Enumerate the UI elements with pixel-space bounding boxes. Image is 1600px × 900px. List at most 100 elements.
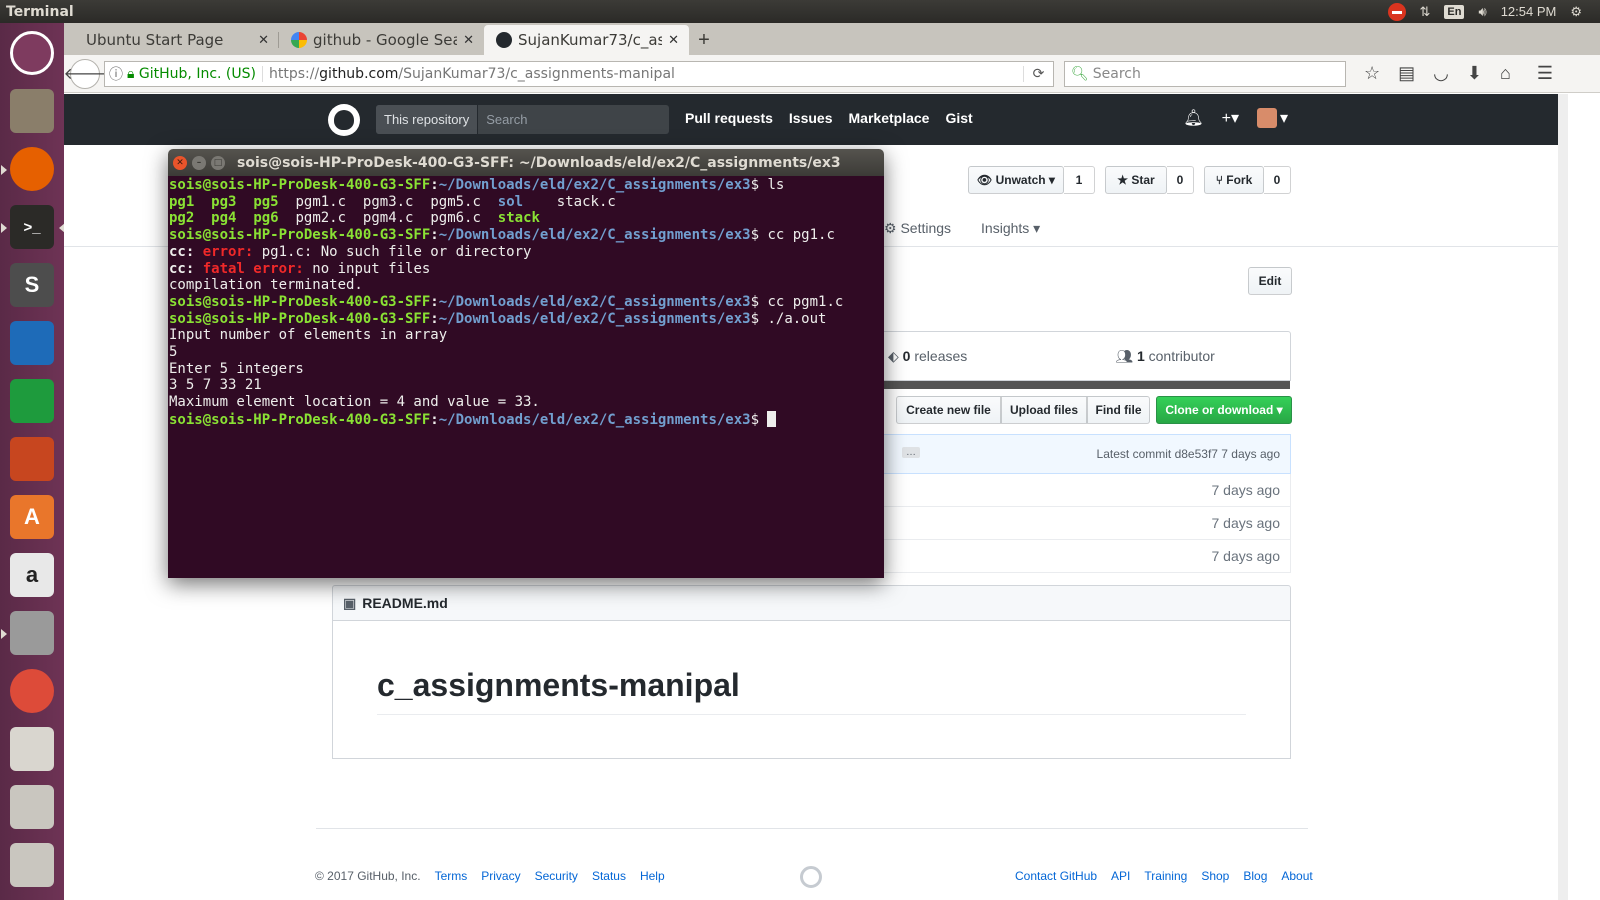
unwatch-button[interactable]: 👁︎ Unwatch ▾	[968, 166, 1064, 194]
terminal-icon[interactable]: >_	[1, 201, 65, 253]
footer-link-security[interactable]: Security	[535, 869, 578, 883]
stars-count[interactable]: 0	[1167, 166, 1194, 194]
amazon-icon[interactable]: a	[7, 549, 57, 601]
url-text[interactable]: https://github.com/SujanKumar73/c_assign…	[269, 66, 1023, 82]
volume-icon[interactable]: 🔊︎	[1478, 4, 1486, 20]
network-disabled-icon[interactable]	[1387, 2, 1406, 21]
software-center-icon[interactable]: A	[7, 491, 57, 543]
bookmark-star-icon[interactable]: ☆	[1364, 63, 1380, 84]
ubuntu-dash-icon[interactable]	[7, 27, 57, 79]
tab-github-repo[interactable]: SujanKumar73/c_assig ✕	[484, 25, 689, 55]
github-nav: Pull requests Issues Marketplace Gist	[685, 110, 973, 126]
tab-settings[interactable]: ⚙ Settings	[884, 220, 951, 237]
nav-marketplace[interactable]: Marketplace	[849, 110, 930, 126]
find-file-button[interactable]: Find file	[1087, 396, 1150, 424]
star-button[interactable]: ★ Star	[1105, 166, 1167, 194]
info-icon[interactable]: ⓘ	[105, 64, 127, 84]
prompt-path: ~/Downloads/eld/ex2/C_assignments/ex3	[438, 227, 751, 244]
terminal-window[interactable]: ✕ – □ sois@sois-HP-ProDesk-400-G3-SFF: ~…	[168, 149, 884, 578]
close-window-icon[interactable]: ✕	[173, 155, 187, 170]
minimize-window-icon[interactable]: –	[192, 155, 206, 170]
new-tab-plus-icon[interactable]: +	[689, 25, 719, 55]
system-settings-icon[interactable]	[1, 607, 57, 659]
clone-or-download-button[interactable]: Clone or download ▾	[1156, 396, 1292, 424]
close-tab-icon[interactable]: ✕	[258, 33, 269, 48]
scanner-icon[interactable]	[7, 839, 57, 891]
reload-icon[interactable]: ⟳	[1023, 65, 1053, 82]
text-editor-icon[interactable]	[7, 723, 57, 775]
user-menu[interactable]: ▾	[1256, 108, 1288, 128]
prompt-symbol: $	[750, 293, 768, 310]
github-logo-icon[interactable]	[328, 104, 360, 136]
nav-issues[interactable]: Issues	[789, 110, 833, 126]
nav-pull-requests[interactable]: Pull requests	[685, 110, 773, 126]
reading-list-icon[interactable]: ▤	[1398, 63, 1415, 84]
watchers-count[interactable]: 1	[1064, 166, 1095, 194]
writer-icon[interactable]	[7, 317, 57, 369]
close-tab-icon[interactable]: ✕	[668, 33, 679, 48]
create-new-plus-icon[interactable]: +▾	[1222, 108, 1239, 128]
github-search[interactable]: This repository Search	[376, 105, 669, 134]
menu-hamburger-icon[interactable]: ☰	[1537, 63, 1553, 84]
keyboard-language-indicator[interactable]: En	[1444, 4, 1465, 19]
terminal-output[interactable]: sois@sois-HP-ProDesk-400-G3-SFF:~/Downlo…	[168, 176, 884, 578]
footer-link-help[interactable]: Help	[640, 869, 665, 883]
site-identity[interactable]: 🔒︎ GitHub, Inc. (US)	[127, 65, 263, 82]
footer-link-terms[interactable]: Terms	[435, 869, 468, 883]
settings-label: Settings	[900, 220, 952, 236]
disk-icon[interactable]	[7, 781, 57, 833]
terminal-titlebar[interactable]: ✕ – □ sois@sois-HP-ProDesk-400-G3-SFF: ~…	[168, 149, 884, 176]
notification-bell-icon[interactable]: 🔔︎	[1183, 108, 1203, 128]
create-new-file-button[interactable]: Create new file	[896, 396, 1001, 424]
releases-link[interactable]: ⬖ 0 releases	[888, 348, 967, 365]
footer-link-contact[interactable]: Contact GitHub	[1015, 869, 1097, 883]
transfer-icon[interactable]: ⇅	[1420, 4, 1431, 20]
close-tab-icon[interactable]: ✕	[463, 33, 474, 48]
edit-button[interactable]: Edit	[1248, 267, 1292, 295]
downloads-icon[interactable]: ⬇	[1467, 63, 1482, 84]
footer-link-training[interactable]: Training	[1144, 869, 1187, 883]
upload-files-button[interactable]: Upload files	[1001, 396, 1087, 424]
commit-ellipsis-button[interactable]: …	[902, 447, 920, 458]
sublime-text-icon[interactable]: S	[7, 259, 57, 311]
footer-link-about[interactable]: About	[1281, 869, 1312, 883]
chrome-icon[interactable]	[7, 665, 57, 717]
eye-icon: 👁︎	[977, 173, 996, 187]
url-domain: github.com	[319, 65, 399, 82]
gear-icon: ⚙	[884, 220, 901, 236]
home-icon[interactable]: ⌂	[1500, 63, 1511, 84]
footer-link-privacy[interactable]: Privacy	[481, 869, 520, 883]
tab-google-search[interactable]: github - Google Search ✕	[279, 25, 484, 55]
maximize-window-icon[interactable]: □	[211, 155, 225, 170]
impress-icon[interactable]	[7, 433, 57, 485]
page-scrollbar[interactable]	[1558, 94, 1568, 900]
power-gear-icon[interactable]: ⚙	[1570, 4, 1582, 20]
files-icon[interactable]	[7, 85, 57, 137]
github-mark-footer-icon[interactable]	[800, 866, 822, 888]
calc-icon[interactable]	[7, 375, 57, 427]
clock[interactable]: 12:54 PM	[1501, 4, 1557, 19]
repo-nav: ⚙ Settings Insights ▾	[884, 220, 1040, 237]
ls-entry: pgm2.c	[295, 210, 347, 227]
footer-left: © 2017 GitHub, Inc. Terms Privacy Securi…	[315, 869, 665, 883]
url-bar[interactable]: ⓘ 🔒︎ GitHub, Inc. (US) https://github.co…	[104, 60, 1054, 87]
search-engine-icon[interactable]: 🔍︎	[1071, 66, 1089, 82]
footer-link-blog[interactable]: Blog	[1243, 869, 1267, 883]
latest-commit-text[interactable]: Latest commit d8e53f7 7 days ago	[1097, 447, 1280, 461]
terminal-line: 5	[169, 344, 883, 361]
firefox-icon[interactable]	[1, 143, 57, 195]
footer-link-api[interactable]: API	[1111, 869, 1130, 883]
fork-button[interactable]: ⑂ Fork	[1204, 166, 1264, 194]
terminal-line: sois@sois-HP-ProDesk-400-G3-SFF:~/Downlo…	[169, 227, 883, 244]
contributors-link[interactable]: 👥︎ 1 contributor	[1115, 348, 1215, 365]
tab-ubuntu-start-page[interactable]: Ubuntu Start Page ✕	[74, 25, 279, 55]
github-search-input[interactable]: Search	[478, 105, 535, 134]
forks-count[interactable]: 0	[1264, 166, 1291, 194]
tab-insights[interactable]: Insights ▾	[981, 220, 1040, 237]
footer-link-shop[interactable]: Shop	[1201, 869, 1229, 883]
nav-gist[interactable]: Gist	[945, 110, 972, 126]
pocket-icon[interactable]: ◡	[1433, 63, 1449, 84]
footer-link-status[interactable]: Status	[592, 869, 626, 883]
browser-search-box[interactable]: 🔍︎ Search	[1064, 60, 1346, 87]
back-arrow-icon[interactable]: 🡐	[64, 58, 106, 89]
